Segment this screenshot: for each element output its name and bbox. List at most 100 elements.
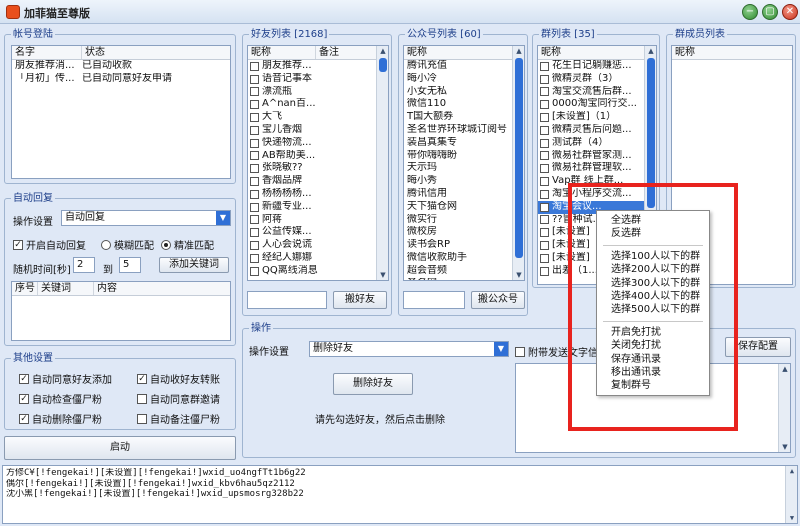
list-item[interactable]: 微实行 — [404, 214, 512, 227]
friends-list[interactable]: 昵称 备注 朋友推荐... 语音记事本 漂流瓶 A^nan百... 大飞 宝儿香烟 快递物流.… — [247, 45, 389, 281]
list-item-row[interactable]: 语音记事本 — [248, 73, 376, 86]
item-checkbox[interactable] — [540, 228, 549, 238]
item-checkbox[interactable] — [250, 241, 259, 251]
list-item-row[interactable]: 微精灵售后问题... — [538, 124, 644, 137]
chevron-down-icon[interactable]: ▼ — [494, 342, 508, 356]
item-checkbox[interactable] — [540, 177, 549, 187]
enable-auto-reply-checkbox[interactable]: ✓ 开启自动回复 — [13, 237, 86, 252]
auto-delete-zombie-checkbox[interactable]: ✓ 自动删除僵尸粉 — [19, 411, 102, 426]
item-checkbox[interactable] — [250, 164, 259, 174]
account-header-name[interactable]: 名字 — [12, 46, 82, 59]
item-checkbox[interactable] — [250, 113, 259, 123]
list-item-row[interactable]: 0000淘宝同行交... — [538, 98, 644, 111]
public-scrollbar[interactable]: ▲ ▼ — [512, 46, 524, 280]
list-item[interactable]: T国大额券 — [404, 111, 512, 124]
list-item[interactable]: 天示玛 — [404, 162, 512, 175]
fuzzy-match-radio[interactable]: 模糊匹配 — [101, 237, 154, 252]
list-item[interactable]: 微信110 — [404, 98, 512, 111]
list-item-row[interactable]: 阿蒋 — [248, 214, 376, 227]
add-friend-button[interactable]: 搬好友 — [333, 291, 387, 309]
list-item[interactable]: 天下猫仓网 — [404, 201, 512, 214]
list-item-row[interactable]: 漂流瓶 — [248, 86, 376, 99]
auto-remark-zombie-checkbox[interactable]: 自动备注僵尸粉 — [137, 411, 220, 426]
item-checkbox[interactable] — [250, 87, 259, 97]
exact-match-radio[interactable]: 精准匹配 — [161, 237, 214, 252]
item-checkbox[interactable] — [250, 74, 259, 84]
item-checkbox[interactable] — [540, 266, 549, 276]
list-item[interactable]: 读书会RP — [404, 239, 512, 252]
auto-accept-friend-checkbox[interactable]: ✓ 自动同意好友添加 — [19, 371, 112, 386]
item-checkbox[interactable] — [540, 151, 549, 161]
list-item[interactable]: 腾讯充值 — [404, 60, 512, 73]
item-checkbox[interactable] — [250, 138, 259, 148]
account-list[interactable]: 名字 状态 朋友推荐消... 已自动收款 「月初」传... 已自动同意好友申请 — [11, 45, 231, 179]
item-checkbox[interactable] — [540, 202, 549, 212]
list-item-row[interactable]: AB帮助美... — [248, 150, 376, 163]
list-item[interactable]: 圣名世界环球城订阅号 — [404, 124, 512, 137]
list-item-row[interactable]: 人心会说谎 — [248, 239, 376, 252]
list-item-row[interactable]: 花生日记躺赚惩... — [538, 60, 644, 73]
public-list[interactable]: 昵称 腾讯充值 晦小冷 小女无私 微信110 T国大额券 圣名世界环球城订阅号 装昌真集专带… — [403, 45, 525, 281]
delete-friend-button[interactable]: 删除好友 — [333, 373, 413, 395]
item-checkbox[interactable] — [540, 215, 549, 225]
list-item-row[interactable]: 香烟品牌 — [248, 175, 376, 188]
item-checkbox[interactable] — [540, 189, 549, 199]
list-item[interactable]: 超会音频 — [404, 265, 512, 278]
list-item[interactable]: 腾讯信用 — [404, 188, 512, 201]
list-item-row[interactable]: 微精灵群（3） — [538, 73, 644, 86]
list-item-row[interactable]: 测试群（4） — [538, 137, 644, 150]
keyword-header-keyword[interactable]: 关键词 — [38, 282, 94, 295]
item-checkbox[interactable] — [250, 202, 259, 212]
list-item-row[interactable]: A^nan百... — [248, 98, 376, 111]
restore-button[interactable]: ▢ — [762, 4, 778, 20]
time-to-input[interactable]: 5 — [119, 257, 141, 273]
chevron-down-icon[interactable]: ▼ — [216, 211, 230, 225]
add-keyword-button[interactable]: 添加关键词 — [159, 257, 229, 273]
log-scrollbar[interactable]: ▲ ▼ — [785, 466, 797, 523]
add-public-button[interactable]: 搬公众号 — [471, 291, 525, 309]
log-panel[interactable]: 方修C¥[!fengekai!][未设置][!fengekai!]wxid_uo… — [2, 465, 798, 524]
auto-receive-transfer-checkbox[interactable]: ✓ 自动收好友转账 — [137, 371, 220, 386]
keyword-header-index[interactable]: 序号 — [12, 282, 38, 295]
keyword-list[interactable]: 序号 关键词 内容 — [11, 281, 231, 341]
auto-check-zombie-checkbox[interactable]: ✓ 自动检查僵尸粉 — [19, 391, 102, 406]
account-header-status[interactable]: 状态 — [82, 46, 230, 59]
friends-header-nickname[interactable]: 昵称 — [248, 46, 316, 59]
item-checkbox[interactable] — [540, 241, 549, 251]
keyword-header-content[interactable]: 内容 — [94, 282, 230, 295]
item-checkbox[interactable] — [250, 266, 259, 276]
item-checkbox[interactable] — [540, 125, 549, 135]
auto-accept-group-invite-checkbox[interactable]: 自动同意群邀请 — [137, 391, 220, 406]
friends-search-input[interactable] — [247, 291, 327, 309]
item-checkbox[interactable] — [250, 177, 259, 187]
list-item[interactable]: 装昌真集专 — [404, 137, 512, 150]
friends-header-remark[interactable]: 备注 — [316, 46, 376, 59]
public-search-input[interactable] — [403, 291, 465, 309]
ops-op-select[interactable]: 删除好友 ▼ — [309, 341, 509, 357]
list-item[interactable]: 圣名网 — [404, 278, 512, 280]
list-item-row[interactable]: 公益传媒... — [248, 226, 376, 239]
list-item[interactable]: 晦小秀 — [404, 175, 512, 188]
friends-scrollbar[interactable]: ▲ ▼ — [376, 46, 388, 280]
list-item-row[interactable]: 大飞 — [248, 111, 376, 124]
account-row[interactable]: 「月初」传... 已自动同意好友申请 — [12, 73, 230, 86]
list-item-row[interactable]: 微易社群管家测... — [538, 150, 644, 163]
list-item-row[interactable]: 新疆专业... — [248, 201, 376, 214]
list-item-row[interactable]: 朋友推荐... — [248, 60, 376, 73]
item-checkbox[interactable] — [540, 138, 549, 148]
groups-header-nickname[interactable]: 昵称 — [538, 46, 644, 59]
item-checkbox[interactable] — [540, 113, 549, 123]
list-item-row[interactable]: 经纪人娜娜 — [248, 252, 376, 265]
list-item[interactable]: 微信收款助手 — [404, 252, 512, 265]
list-item-row[interactable]: 淘宝交流售后群... — [538, 86, 644, 99]
members-header-nickname[interactable]: 昵称 — [672, 46, 792, 59]
list-item[interactable]: 晦小冷 — [404, 73, 512, 86]
item-checkbox[interactable] — [250, 100, 259, 110]
item-checkbox[interactable] — [540, 87, 549, 97]
item-checkbox[interactable] — [250, 151, 259, 161]
list-item-row[interactable]: 快递物流... — [248, 137, 376, 150]
list-item-row[interactable]: [未设置]（1） — [538, 111, 644, 124]
close-button[interactable]: ✕ — [782, 4, 798, 20]
auto-reply-op-select[interactable]: 自动回复 ▼ — [61, 210, 231, 226]
list-item-row[interactable]: 张晓敏?? — [248, 162, 376, 175]
